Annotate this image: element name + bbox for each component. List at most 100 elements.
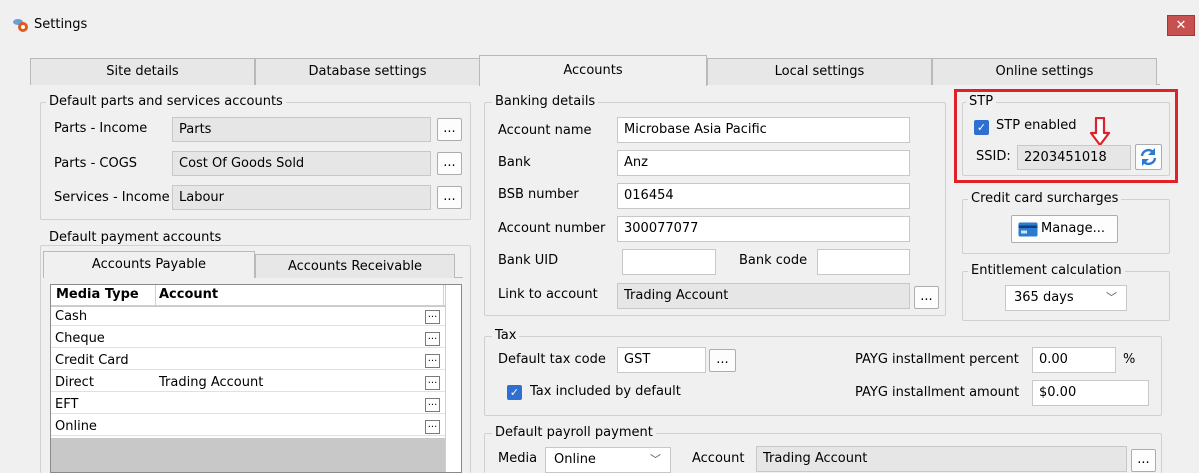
- row-browse-button[interactable]: ...: [425, 376, 440, 390]
- subtab-accounts-receivable[interactable]: Accounts Receivable: [255, 254, 455, 278]
- tax-included-checkbox[interactable]: ✓: [507, 385, 522, 400]
- chevron-down-icon: ﹀: [650, 453, 661, 466]
- row-browse-button[interactable]: ...: [425, 332, 440, 346]
- bsb-number-label: BSB number: [498, 187, 579, 202]
- payroll-media-label: Media: [498, 451, 538, 466]
- stp-enabled-checkbox[interactable]: ✓: [974, 120, 989, 135]
- tab-local-settings[interactable]: Local settings: [707, 58, 932, 85]
- parts-cogs-label: Parts - COGS: [54, 156, 138, 171]
- cell-media: Credit Card: [55, 353, 129, 368]
- table-row[interactable]: Cash ...: [51, 307, 445, 326]
- percent-sign: %: [1123, 352, 1136, 367]
- account-name-label: Account name: [498, 123, 592, 138]
- payg-percent-input[interactable]: 0.00: [1032, 347, 1116, 373]
- column-divider: [155, 285, 156, 306]
- parts-income-browse-button[interactable]: ...: [437, 118, 462, 141]
- bank-label: Bank: [498, 155, 531, 170]
- table-row[interactable]: Online ...: [51, 417, 445, 436]
- payroll-account-field[interactable]: Trading Account: [756, 446, 1127, 472]
- tab-database-settings[interactable]: Database settings: [255, 58, 480, 85]
- entitlement-value: 365 days: [1014, 290, 1074, 305]
- manage-button[interactable]: Manage...: [1011, 215, 1118, 243]
- grid-header: Media Type Account: [51, 285, 445, 306]
- account-number-input[interactable]: 300077077: [617, 216, 910, 242]
- bsb-number-input[interactable]: 016454: [617, 183, 910, 209]
- bank-uid-label: Bank UID: [498, 253, 559, 268]
- payg-percent-label: PAYG installment percent: [855, 352, 1019, 367]
- bank-code-label: Bank code: [739, 253, 808, 268]
- stp-enabled-label: STP enabled: [996, 118, 1077, 133]
- arrow-down-icon: [1089, 116, 1111, 147]
- app-icon: [12, 17, 30, 33]
- entitlement-select[interactable]: 365 days ﹀: [1005, 285, 1127, 311]
- tab-accounts[interactable]: Accounts: [479, 55, 707, 86]
- table-row[interactable]: Cheque ...: [51, 329, 445, 348]
- tax-code-browse-button[interactable]: ...: [709, 349, 736, 372]
- banking-title: Banking details: [492, 95, 599, 109]
- column-media-type: Media Type: [56, 287, 139, 302]
- payroll-media-select[interactable]: Online ﹀: [545, 447, 671, 473]
- bank-code-input[interactable]: [817, 249, 910, 275]
- row-browse-button[interactable]: ...: [425, 310, 440, 324]
- account-number-label: Account number: [498, 221, 606, 236]
- tax-title: Tax: [492, 329, 520, 343]
- grid-scrollbar[interactable]: [445, 285, 461, 472]
- stp-title: STP: [966, 95, 997, 109]
- account-name-input[interactable]: Microbase Asia Pacific: [617, 117, 910, 143]
- refresh-icon: [1140, 148, 1157, 166]
- cell-media: EFT: [55, 397, 79, 412]
- cell-media: Cash: [55, 309, 88, 324]
- credit-card-icon: [1018, 222, 1038, 237]
- default-parts-title: Default parts and services accounts: [46, 95, 286, 109]
- ssid-refresh-button[interactable]: [1135, 144, 1162, 170]
- parts-cogs-field[interactable]: Cost Of Goods Sold: [172, 151, 431, 176]
- bank-uid-input[interactable]: [622, 249, 716, 275]
- payroll-account-browse-button[interactable]: ...: [1131, 449, 1156, 472]
- row-browse-button[interactable]: ...: [425, 420, 440, 434]
- cell-media: Online: [55, 419, 97, 434]
- payg-amount-input[interactable]: $0.00: [1032, 380, 1149, 406]
- cell-media: Direct: [55, 375, 94, 390]
- payroll-account-label: Account: [692, 451, 745, 466]
- link-to-account-field[interactable]: Trading Account: [617, 283, 910, 309]
- services-income-label: Services - Income: [54, 190, 170, 205]
- services-income-browse-button[interactable]: ...: [437, 186, 462, 209]
- table-row[interactable]: Direct Trading Account ...: [51, 373, 445, 392]
- entitlement-title: Entitlement calculation: [968, 264, 1125, 278]
- bank-input[interactable]: Anz: [617, 150, 910, 176]
- payg-amount-label: PAYG installment amount: [855, 385, 1020, 400]
- row-browse-button[interactable]: ...: [425, 398, 440, 412]
- close-button[interactable]: ✕: [1167, 15, 1195, 36]
- link-to-account-label: Link to account: [498, 287, 598, 302]
- table-row[interactable]: Credit Card ...: [51, 351, 445, 370]
- window-title: Settings: [34, 17, 88, 32]
- services-income-field[interactable]: Labour: [172, 185, 431, 210]
- tax-included-label: Tax included by default: [530, 384, 681, 399]
- default-tax-code-label: Default tax code: [498, 352, 606, 367]
- chevron-down-icon: ﹀: [1106, 291, 1117, 304]
- manage-label: Manage...: [1041, 221, 1106, 236]
- link-account-browse-button[interactable]: ...: [914, 286, 939, 309]
- title-bar: [0, 0, 1199, 52]
- tab-online-settings[interactable]: Online settings: [932, 58, 1157, 85]
- payroll-media-value: Online: [554, 452, 596, 467]
- ssid-field[interactable]: 2203451018: [1017, 145, 1131, 170]
- cell-account: Trading Account: [159, 375, 264, 390]
- tab-site-details[interactable]: Site details: [30, 58, 255, 85]
- table-row[interactable]: EFT ...: [51, 395, 445, 414]
- payment-grid: Media Type Account Cash ... Cheque ... C…: [50, 284, 462, 473]
- column-account: Account: [159, 287, 219, 302]
- parts-income-field[interactable]: Parts: [172, 117, 431, 142]
- ssid-label: SSID:: [976, 149, 1011, 164]
- parts-cogs-browse-button[interactable]: ...: [437, 152, 462, 175]
- column-divider: [443, 285, 444, 306]
- default-payment-title: Default payment accounts: [46, 231, 225, 245]
- payroll-title: Default payroll payment: [492, 426, 656, 440]
- parts-income-label: Parts - Income: [54, 121, 148, 136]
- grid-body: Cash ... Cheque ... Credit Card ... Dire…: [51, 307, 445, 438]
- subtab-accounts-payable[interactable]: Accounts Payable: [43, 251, 255, 278]
- credit-card-title: Credit card surcharges: [968, 192, 1122, 206]
- default-tax-code-input[interactable]: GST: [617, 347, 706, 373]
- row-browse-button[interactable]: ...: [425, 354, 440, 368]
- cell-media: Cheque: [55, 331, 105, 346]
